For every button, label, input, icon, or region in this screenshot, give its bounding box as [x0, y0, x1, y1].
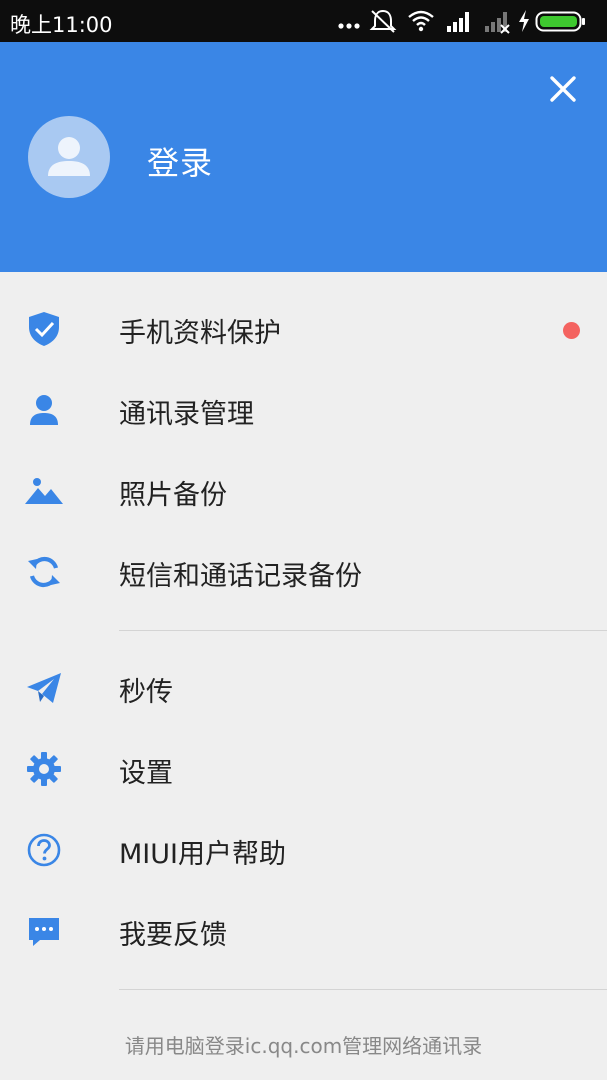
- sync-icon: [22, 552, 66, 592]
- menu-item-miui-help[interactable]: MIUI用户帮助: [0, 810, 607, 891]
- menu-item-label: 设置: [119, 758, 173, 789]
- menu-item-label: 我要反馈: [119, 920, 227, 951]
- menu-item-label: 通讯录管理: [119, 399, 254, 430]
- default-avatar-icon: [48, 137, 90, 176]
- menu-item-photo-backup[interactable]: 照片备份: [0, 451, 607, 532]
- login-link[interactable]: 登录: [147, 138, 213, 184]
- person-icon: [22, 390, 66, 430]
- menu-item-settings[interactable]: 设置: [0, 729, 607, 810]
- menu-item-sms-call-backup[interactable]: 短信和通话记录备份: [0, 532, 607, 613]
- close-icon: [550, 76, 576, 102]
- more-dots-icon: [338, 23, 360, 29]
- status-time: 晚上11:00: [10, 13, 113, 37]
- chat-bubble-icon: [22, 911, 66, 951]
- notification-badge: [563, 322, 580, 339]
- close-button[interactable]: [542, 68, 584, 110]
- help-circle-icon: [22, 830, 66, 870]
- menu-item-instant-transfer[interactable]: 秒传: [0, 648, 607, 729]
- status-bar: 晚上11:00: [0, 0, 607, 42]
- gear-icon: [22, 749, 66, 789]
- menu-item-data-protection[interactable]: 手机资料保护: [0, 289, 607, 370]
- signal-no-sim-icon: [485, 12, 510, 34]
- menu-item-feedback[interactable]: 我要反馈: [0, 891, 607, 972]
- charging-icon: [519, 10, 529, 32]
- silent-vibrate-icon: [369, 9, 397, 33]
- status-icons: [337, 8, 597, 34]
- menu-divider: [119, 630, 607, 631]
- wifi-icon: [408, 10, 434, 32]
- menu-item-label: 短信和通话记录备份: [119, 561, 362, 592]
- menu-divider: [119, 989, 607, 990]
- footer-hint: 请用电脑登录ic.qq.com管理网络通讯录: [124, 1034, 483, 1058]
- avatar[interactable]: [28, 116, 110, 198]
- menu-item-label: 秒传: [119, 677, 173, 708]
- account-header: 登录: [0, 42, 607, 272]
- paper-plane-icon: [22, 668, 66, 708]
- menu-item-contacts[interactable]: 通讯录管理: [0, 370, 607, 451]
- menu-item-label: MIUI用户帮助: [119, 839, 286, 870]
- signal-icon: [447, 12, 469, 32]
- menu-item-label: 手机资料保护: [119, 318, 281, 349]
- mountain-image-icon: [22, 471, 66, 511]
- battery-icon: [535, 11, 585, 32]
- shield-check-icon: [22, 309, 66, 349]
- menu-item-label: 照片备份: [119, 480, 227, 511]
